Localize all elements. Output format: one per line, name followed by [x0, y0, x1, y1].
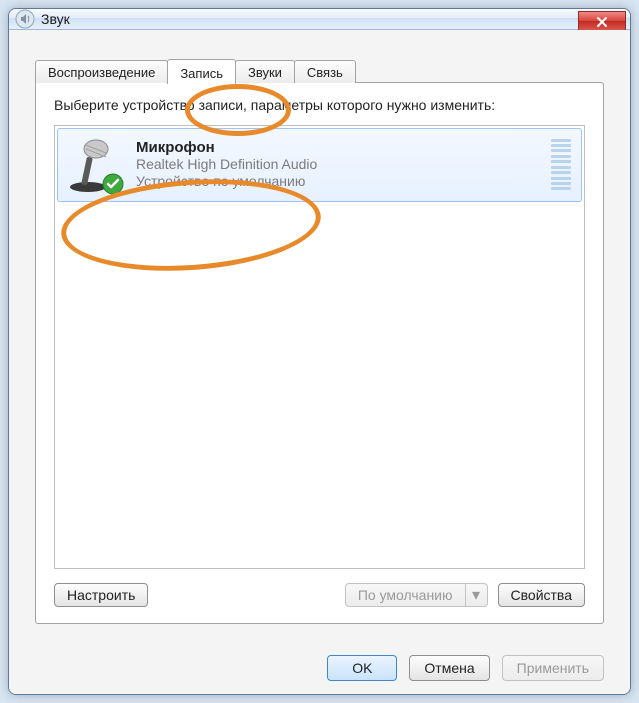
tab-recording[interactable]: Запись — [167, 59, 236, 84]
speaker-icon — [15, 9, 35, 29]
tab-sounds[interactable]: Звуки — [235, 60, 295, 83]
window-title: Звук — [41, 11, 70, 27]
set-default-dropdown[interactable]: ▾ — [466, 583, 488, 607]
panel-button-row: Настроить По умолчанию ▾ Свойства — [54, 583, 585, 607]
microphone-icon — [66, 137, 122, 193]
ok-button[interactable]: OK — [327, 655, 397, 681]
device-driver: Realtek High Definition Audio — [136, 156, 543, 174]
device-list[interactable]: Микрофон Realtek High Definition Audio У… — [54, 125, 585, 570]
titlebar[interactable]: Звук — [9, 9, 630, 30]
tab-playback[interactable]: Воспроизведение — [35, 60, 168, 83]
configure-button[interactable]: Настроить — [54, 583, 148, 607]
properties-button[interactable]: Свойства — [498, 583, 585, 607]
dialog-button-row: OK Отмена Применить — [9, 643, 630, 695]
chevron-down-icon: ▾ — [472, 585, 480, 605]
tab-communications[interactable]: Связь — [294, 60, 356, 83]
apply-button[interactable]: Применить — [502, 655, 604, 681]
cancel-button[interactable]: Отмена — [409, 655, 489, 681]
sound-dialog: Звук Воспроизведение Запись Звуки Связь … — [8, 8, 631, 695]
device-status: Устройство по умолчанию — [136, 173, 543, 191]
level-meter — [551, 139, 571, 191]
close-icon — [596, 16, 608, 28]
device-text: Микрофон Realtek High Definition Audio У… — [122, 139, 543, 191]
tab-strip: Воспроизведение Запись Звуки Связь — [35, 58, 604, 83]
tab-panel-recording: Выберите устройство записи, параметры ко… — [35, 82, 604, 624]
set-default-button[interactable]: По умолчанию — [345, 583, 466, 607]
client-area: Воспроизведение Запись Звуки Связь Выбер… — [9, 30, 630, 643]
device-name: Микрофон — [136, 139, 543, 156]
default-check-icon — [102, 173, 124, 195]
device-row-microphone[interactable]: Микрофон Realtek High Definition Audio У… — [57, 128, 582, 202]
instruction-text: Выберите устройство записи, параметры ко… — [54, 97, 585, 115]
set-default-split-button: По умолчанию ▾ — [345, 583, 488, 607]
